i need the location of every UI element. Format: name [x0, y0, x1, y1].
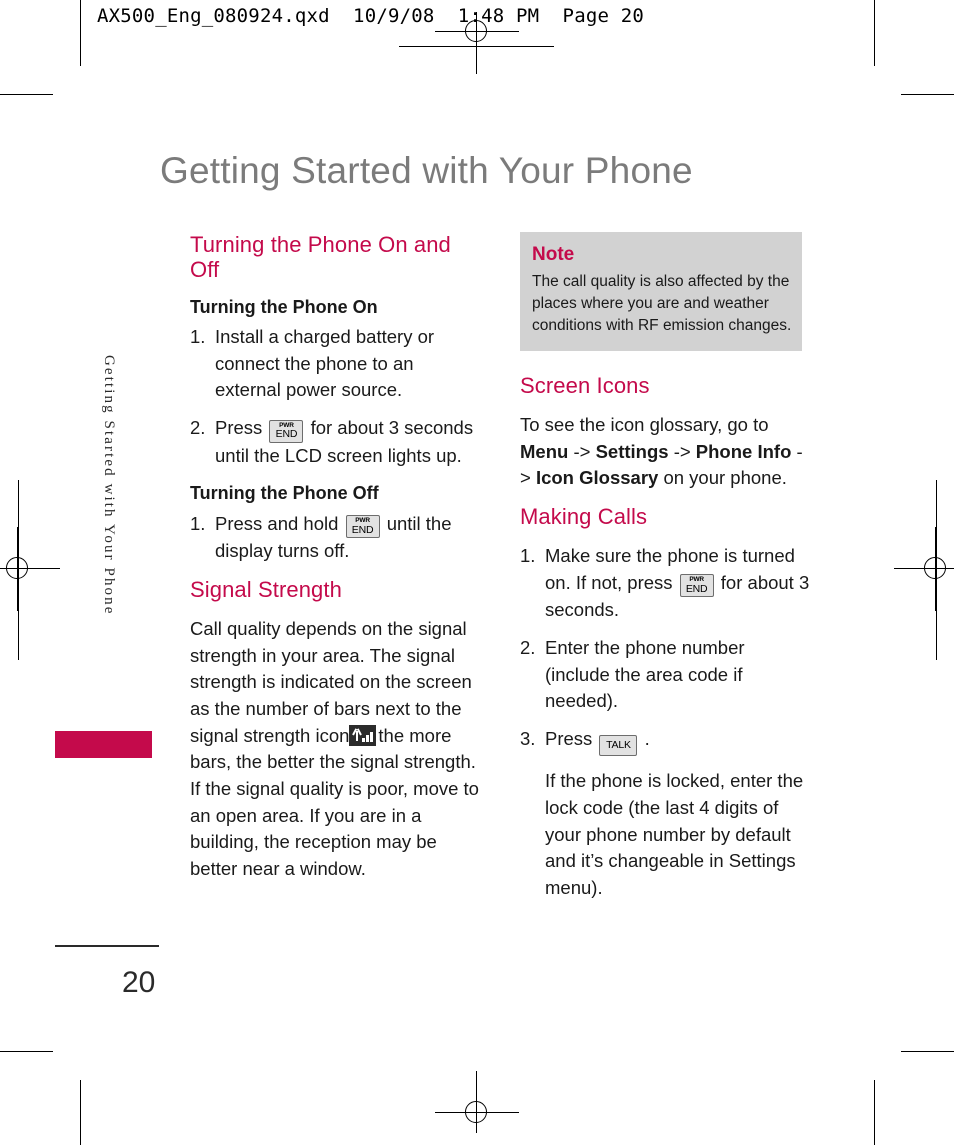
side-tab-label: Getting Started with Your Phone — [101, 355, 117, 616]
step-text-before: Press and hold — [215, 512, 339, 534]
steps-making-calls: 1. Make sure the phone is turned on. If … — [520, 543, 812, 757]
crop-mark-bottom-right-horizontal — [901, 1051, 954, 1052]
crop-mark-top-left-vertical — [80, 0, 81, 66]
crop-mark-bottom-left-vertical — [80, 1080, 81, 1145]
pwr-key-line2: END — [685, 582, 708, 595]
subheading-turning-phone-on: Turning the Phone On — [190, 296, 378, 317]
note-text: The call quality is also affected by the… — [532, 272, 792, 334]
list-item: 1. Make sure the phone is turned on. If … — [520, 543, 812, 624]
list-item: 1. Press and hold PWR END until the disp… — [190, 511, 482, 565]
crop-mark-top-right-horizontal — [901, 94, 954, 95]
nav-arrow: -> — [573, 440, 591, 462]
side-tab-color-bar — [55, 731, 152, 758]
slug-underline — [399, 46, 554, 47]
signal-text-after: the more bars, the better the signal str… — [190, 724, 479, 879]
pwr-key-line2: END — [275, 428, 298, 441]
step-text-before: Press — [545, 727, 593, 749]
heading-turning-phone-on-off: Turning the Phone On and Off — [190, 232, 451, 283]
signal-strength-icon — [349, 724, 377, 746]
page-title: Getting Started with Your Phone — [160, 150, 693, 191]
page-number: 20 — [122, 966, 156, 999]
paragraph-locked-phone: If the phone is locked, enter the lock c… — [545, 770, 804, 898]
note-box: Note The call quality is also affected b… — [520, 232, 802, 351]
nav-menu: Menu — [520, 440, 569, 462]
subheading-turning-phone-off: Turning the Phone Off — [190, 483, 379, 504]
registration-mark-left — [0, 527, 60, 611]
heading-signal-strength: Signal Strength — [190, 576, 342, 602]
footer-rule — [55, 945, 159, 947]
left-column: Turning the Phone On and Off Turning the… — [190, 232, 482, 894]
printer-slug-line: AX500_Eng_080924.qxd 10/9/08 1:48 PM Pag… — [97, 5, 645, 27]
pwr-end-key-icon: PWR END — [679, 574, 714, 598]
talk-key-icon: TALK — [599, 734, 638, 757]
step-text-after: . — [644, 727, 650, 749]
step-number: 2. — [190, 417, 206, 439]
crop-mark-bottom-left-horizontal — [0, 1051, 53, 1052]
step-text-before: Press — [215, 417, 263, 439]
screen-icons-outro: on your phone. — [663, 467, 787, 489]
steps-turning-phone-off: 1. Press and hold PWR END until the disp… — [190, 511, 482, 565]
list-item: 2. Press PWR END for about 3 seconds unt… — [190, 415, 482, 469]
step-number: 2. — [520, 637, 536, 659]
steps-turning-phone-on: 1. Install a charged battery or connect … — [190, 324, 482, 469]
heading-making-calls: Making Calls — [520, 503, 648, 529]
step-number: 3. — [520, 727, 536, 749]
step-number: 1. — [190, 326, 206, 348]
paragraph-signal-strength: Call quality depends on the signal stren… — [190, 616, 482, 882]
nav-arrow: -> — [673, 440, 691, 462]
crop-mark-bottom-right-vertical — [874, 1080, 875, 1145]
step-number: 1. — [190, 512, 206, 534]
pwr-key-line2: END — [351, 523, 374, 536]
screen-icons-intro: To see the icon glossary, go to — [520, 414, 769, 436]
step-text: Install a charged battery or connect the… — [215, 326, 435, 401]
crop-mark-top-right-vertical — [874, 0, 875, 66]
nav-icon-glossary: Icon Glossary — [535, 467, 659, 489]
note-title: Note — [532, 244, 575, 265]
right-column: Note The call quality is also affected b… — [520, 232, 812, 914]
registration-mark-right — [894, 527, 954, 611]
list-item: 3. Press TALK . — [520, 726, 812, 757]
crop-mark-top-left-horizontal — [0, 94, 53, 95]
pwr-end-key-icon: PWR END — [345, 515, 380, 539]
nav-phone-info: Phone Info — [695, 440, 792, 462]
step-text: Enter the phone number (include the area… — [545, 637, 745, 712]
list-item: 2. Enter the phone number (include the a… — [520, 635, 812, 715]
nav-settings: Settings — [595, 440, 669, 462]
step-number: 1. — [520, 545, 536, 567]
paragraph-screen-icons: To see the icon glossary, go to Menu -> … — [520, 412, 812, 492]
list-item: 1. Install a charged battery or connect … — [190, 324, 482, 404]
registration-mark-bottom — [435, 1071, 519, 1133]
heading-screen-icons: Screen Icons — [520, 372, 650, 398]
pwr-end-key-icon: PWR END — [269, 419, 304, 443]
